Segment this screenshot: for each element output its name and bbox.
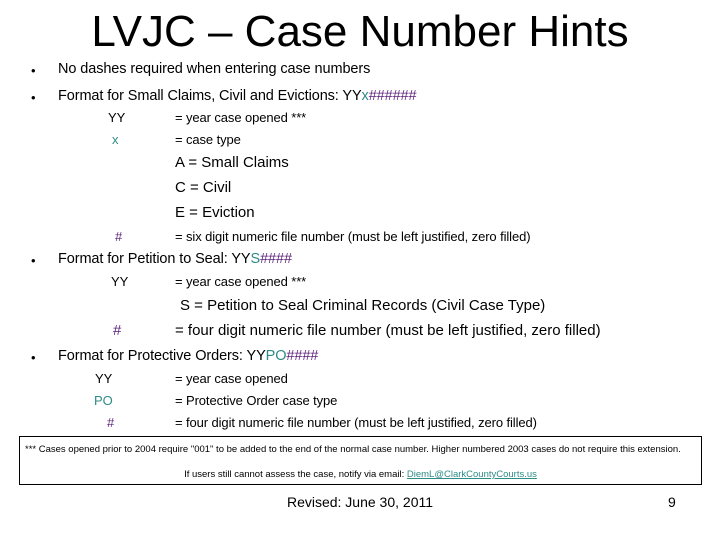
format-number: #### [260,251,292,267]
def-hash: = four digit numeric file number (must b… [175,322,601,339]
type-small-claims: A = Small Claims [175,154,289,171]
def-hash: = four digit numeric file number (must b… [175,415,537,430]
bullet-petition-format: Format for Petition to Seal: YYS#### [58,251,292,267]
bullet-small-claims-format: Format for Small Claims, Civil and Evict… [58,88,417,104]
term-yy: YY [95,371,113,386]
type-petition-seal: S = Petition to Seal Criminal Records (C… [180,297,546,314]
term-hash: # [107,415,115,430]
term-yy: YY [108,110,126,125]
bullet-icon: • [31,90,36,105]
def-yy: = year case opened [175,371,288,386]
def-po: = Protective Order case type [175,393,338,408]
bullet-icon: • [31,63,36,78]
term-hash: # [113,322,122,339]
format-prefix: Format for Small Claims, Civil and Evict… [58,88,362,104]
def-yy: = year case opened *** [175,274,307,289]
page-number: 9 [668,494,676,510]
format-prefix: Format for Petition to Seal: YY [58,251,251,267]
type-civil: C = Civil [175,179,232,196]
def-hash: = six digit numeric file number (must be… [175,229,531,244]
format-case-type: PO [265,348,287,364]
format-prefix: Format for Protective Orders: YY [58,348,266,364]
contact-line: If users still cannot assess the case, n… [20,469,701,480]
term-hash: # [115,229,123,244]
format-number: ###### [368,88,417,104]
format-case-type: x [361,88,369,104]
term-x: x [112,132,119,147]
def-x: = case type [175,132,241,147]
revised-date: Revised: June 30, 2011 [286,494,434,510]
format-number: #### [286,348,319,364]
term-po: PO [94,393,113,408]
term-yy: YY [111,274,129,289]
format-case-type: S [250,251,261,267]
slide-title: LVJC – Case Number Hints [91,7,629,56]
footnote-box: *** Cases opened prior to 2004 require "… [19,436,702,485]
bullet-icon: • [31,253,36,268]
footnote-text: *** Cases opened prior to 2004 require "… [25,444,681,455]
contact-prefix: If users still cannot assess the case, n… [184,469,407,480]
bullet-no-dashes: No dashes required when entering case nu… [58,61,371,77]
bullet-protective-format: Format for Protective Orders: YYPO#### [58,348,318,364]
type-eviction: E = Eviction [175,204,255,221]
bullet-icon: • [31,350,36,365]
email-link[interactable]: DiemL@ClarkCountyCourts.us [407,469,537,480]
def-yy: = year case opened *** [175,110,307,125]
